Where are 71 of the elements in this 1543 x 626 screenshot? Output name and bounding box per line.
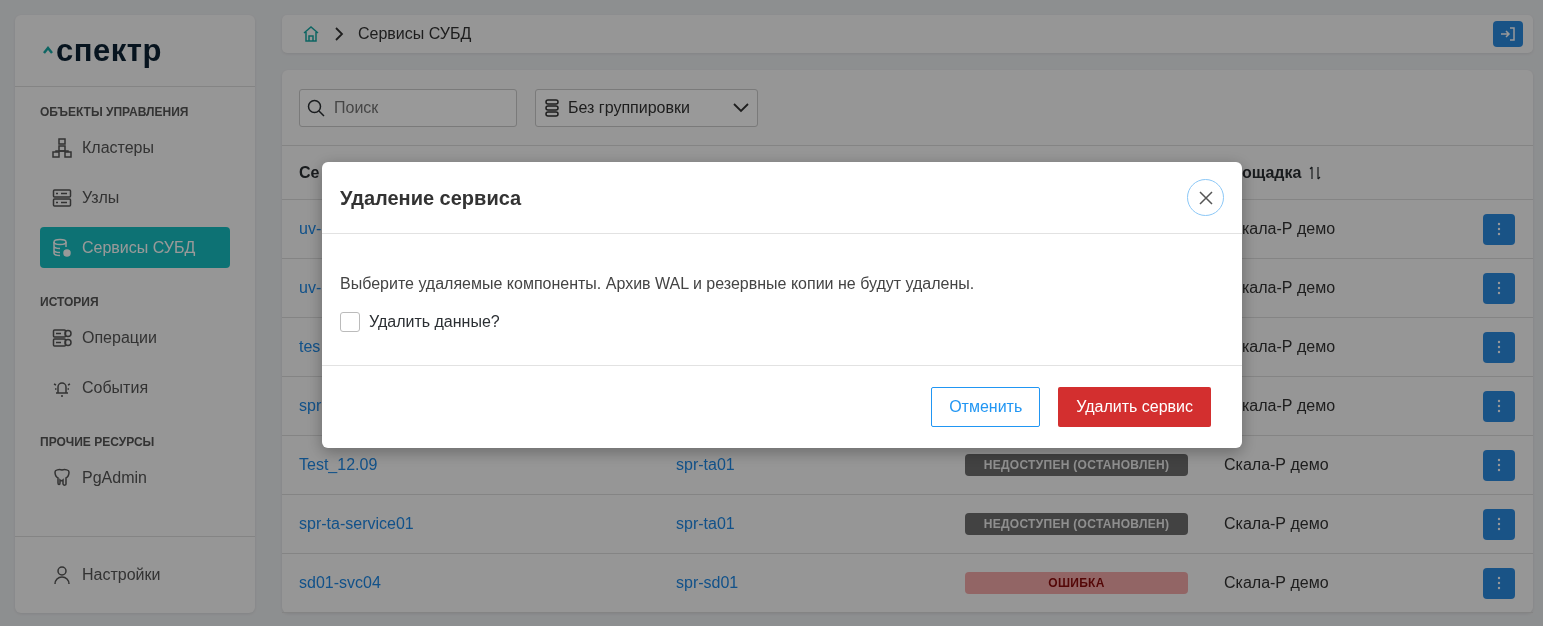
- sign-in-icon: [1500, 26, 1516, 42]
- more-icon: [1497, 222, 1501, 236]
- column-header[interactable]: ощадка: [1242, 160, 1302, 185]
- table-cell: кала-Р демо: [1242, 279, 1336, 296]
- row-menu-button[interactable]: [1483, 331, 1515, 363]
- table-cell: Скала-Р демо: [1224, 456, 1329, 473]
- breadcrumb-item[interactable]: Сервисы СУБД: [358, 22, 472, 46]
- service-link[interactable]: uv-: [299, 220, 322, 237]
- dialog-title: Удаление сервиса: [340, 185, 522, 210]
- service-link[interactable]: spr: [299, 397, 322, 414]
- close-icon: [1198, 190, 1213, 205]
- sidebar-item[interactable]: Кластеры: [40, 127, 230, 168]
- status-label: НЕДОСТУПЕН (ОСТАНОВЛЕН): [965, 513, 1188, 535]
- sidebar-item[interactable]: Узлы: [40, 177, 230, 218]
- delete-button[interactable]: Удалить сервис: [1058, 387, 1211, 427]
- more-icon: [1497, 399, 1501, 413]
- cluster-link[interactable]: spr-ta01: [676, 515, 735, 532]
- sidebar-item[interactable]: PgAdmin: [40, 457, 230, 498]
- more-icon: [1497, 281, 1501, 295]
- cancel-button[interactable]: Отменить: [931, 387, 1041, 427]
- settings-item[interactable]: Настройки: [40, 554, 173, 596]
- table-cell: Скала-Р демо: [1224, 515, 1329, 532]
- section-heading: ПРОЧИЕ РЕСУРСЫ: [39, 434, 156, 451]
- checkbox-label: Удалить данные?: [369, 312, 500, 332]
- row-menu-button[interactable]: [1483, 449, 1515, 481]
- table-cell: кала-Р демо: [1242, 397, 1336, 414]
- server-icon: [52, 187, 72, 208]
- chevron-down-icon: [733, 102, 749, 113]
- chevron-right-icon: [334, 26, 344, 42]
- logo: спектр: [56, 35, 162, 66]
- cluster-link[interactable]: spr-ta01: [676, 456, 735, 473]
- checkbox[interactable]: [340, 312, 360, 332]
- row-menu-button[interactable]: [1483, 567, 1515, 599]
- server-check-icon: [52, 327, 72, 348]
- more-icon: [1497, 340, 1501, 354]
- section-heading: ОБЪЕКТЫ УПРАВЛЕНИЯ: [39, 104, 190, 121]
- login-button[interactable]: [1493, 21, 1523, 47]
- more-icon: [1497, 458, 1501, 472]
- layers-icon: [544, 98, 560, 117]
- row-menu-button[interactable]: [1483, 390, 1515, 422]
- sidebar-item[interactable]: Операции: [40, 317, 230, 358]
- close-button[interactable]: [1187, 179, 1224, 216]
- more-icon: [1497, 576, 1501, 590]
- table-cell: Скала-Р демо: [1224, 574, 1329, 591]
- more-icon: [1497, 517, 1501, 531]
- status-label: ОШИБКА: [965, 572, 1188, 594]
- column-header[interactable]: Се: [299, 163, 320, 181]
- service-link[interactable]: uv-: [299, 279, 322, 296]
- service-link[interactable]: tes: [299, 338, 321, 355]
- table-cell: кала-Р демо: [1242, 338, 1336, 355]
- row-menu-button[interactable]: [1483, 508, 1515, 540]
- table-cell: кала-Р демо: [1242, 220, 1336, 237]
- search-field[interactable]: Поиск: [299, 88, 517, 127]
- status-label: НЕДОСТУПЕН (ОСТАНОВЛЕН): [965, 454, 1188, 476]
- service-link[interactable]: sd01-svc04: [299, 574, 381, 591]
- cluster-link[interactable]: spr-sd01: [676, 574, 739, 591]
- sidebar-item[interactable]: События: [40, 367, 230, 408]
- database-gear-icon: [52, 237, 72, 258]
- search-icon: [307, 98, 325, 117]
- row-menu-button[interactable]: [1483, 272, 1515, 304]
- section-heading: ИСТОРИЯ: [39, 294, 100, 311]
- home-icon[interactable]: [302, 25, 320, 43]
- row-menu-button[interactable]: [1483, 213, 1515, 245]
- sidebar-item[interactable]: Сервисы СУБД: [40, 227, 230, 268]
- sort-icon: [1309, 165, 1322, 180]
- user-icon: [52, 565, 72, 585]
- grouping-dropdown[interactable]: Без группировки: [535, 88, 758, 127]
- service-link[interactable]: Test_12.09: [299, 456, 378, 473]
- service-link[interactable]: spr-ta-service01: [299, 515, 414, 532]
- dialog-message: Выберите удаляемые компоненты. Архив WAL и резервные копии не будут удалены.: [340, 274, 976, 294]
- cluster-icon: [52, 137, 72, 158]
